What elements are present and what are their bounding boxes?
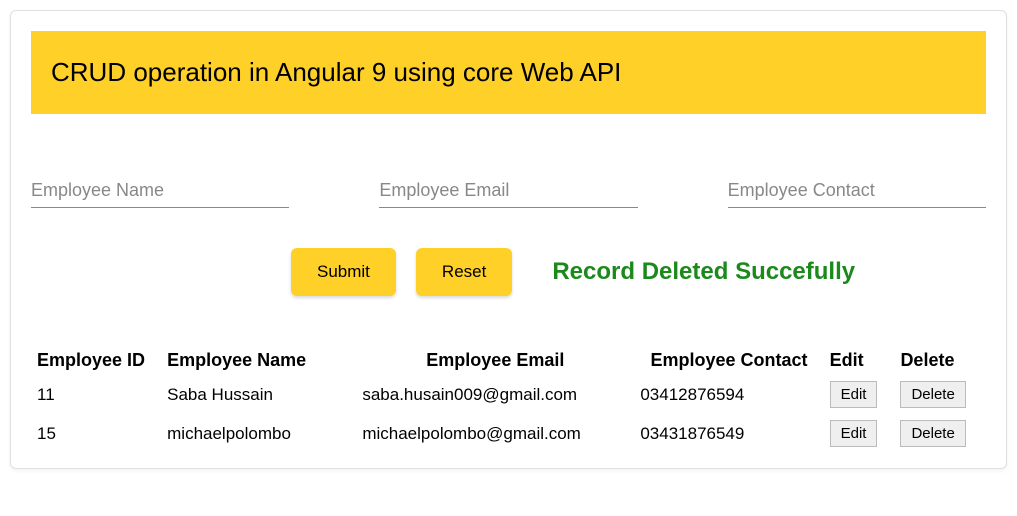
submit-button[interactable]: Submit bbox=[291, 248, 396, 296]
th-edit: Edit bbox=[824, 346, 895, 375]
status-message: Record Deleted Succefully bbox=[552, 258, 855, 286]
employee-table: Employee ID Employee Name Employee Email… bbox=[31, 346, 986, 453]
edit-button[interactable]: Edit bbox=[830, 381, 878, 408]
cell-id: 11 bbox=[31, 375, 161, 414]
page-title: CRUD operation in Angular 9 using core W… bbox=[31, 31, 986, 114]
cell-contact: 03431876549 bbox=[634, 414, 823, 453]
action-row: Submit Reset Record Deleted Succefully bbox=[11, 218, 1006, 316]
table-row: 11 Saba Hussain saba.husain009@gmail.com… bbox=[31, 375, 986, 414]
th-name: Employee Name bbox=[161, 346, 356, 375]
delete-button[interactable]: Delete bbox=[900, 381, 965, 408]
cell-id: 15 bbox=[31, 414, 161, 453]
table-row: 15 michaelpolombo michaelpolombo@gmail.c… bbox=[31, 414, 986, 453]
cell-contact: 03412876594 bbox=[634, 375, 823, 414]
delete-button[interactable]: Delete bbox=[900, 420, 965, 447]
th-email: Employee Email bbox=[356, 346, 634, 375]
form-row bbox=[11, 134, 1006, 218]
th-contact: Employee Contact bbox=[634, 346, 823, 375]
cell-email: michaelpolombo@gmail.com bbox=[356, 414, 634, 453]
th-id: Employee ID bbox=[31, 346, 161, 375]
cell-name: michaelpolombo bbox=[161, 414, 356, 453]
employee-email-input[interactable] bbox=[379, 174, 637, 208]
cell-name: Saba Hussain bbox=[161, 375, 356, 414]
cell-email: saba.husain009@gmail.com bbox=[356, 375, 634, 414]
main-card: CRUD operation in Angular 9 using core W… bbox=[10, 10, 1007, 469]
employee-contact-input[interactable] bbox=[728, 174, 986, 208]
table-container: Employee ID Employee Name Employee Email… bbox=[11, 316, 1006, 468]
th-delete: Delete bbox=[894, 346, 986, 375]
edit-button[interactable]: Edit bbox=[830, 420, 878, 447]
employee-name-input[interactable] bbox=[31, 174, 289, 208]
reset-button[interactable]: Reset bbox=[416, 248, 512, 296]
